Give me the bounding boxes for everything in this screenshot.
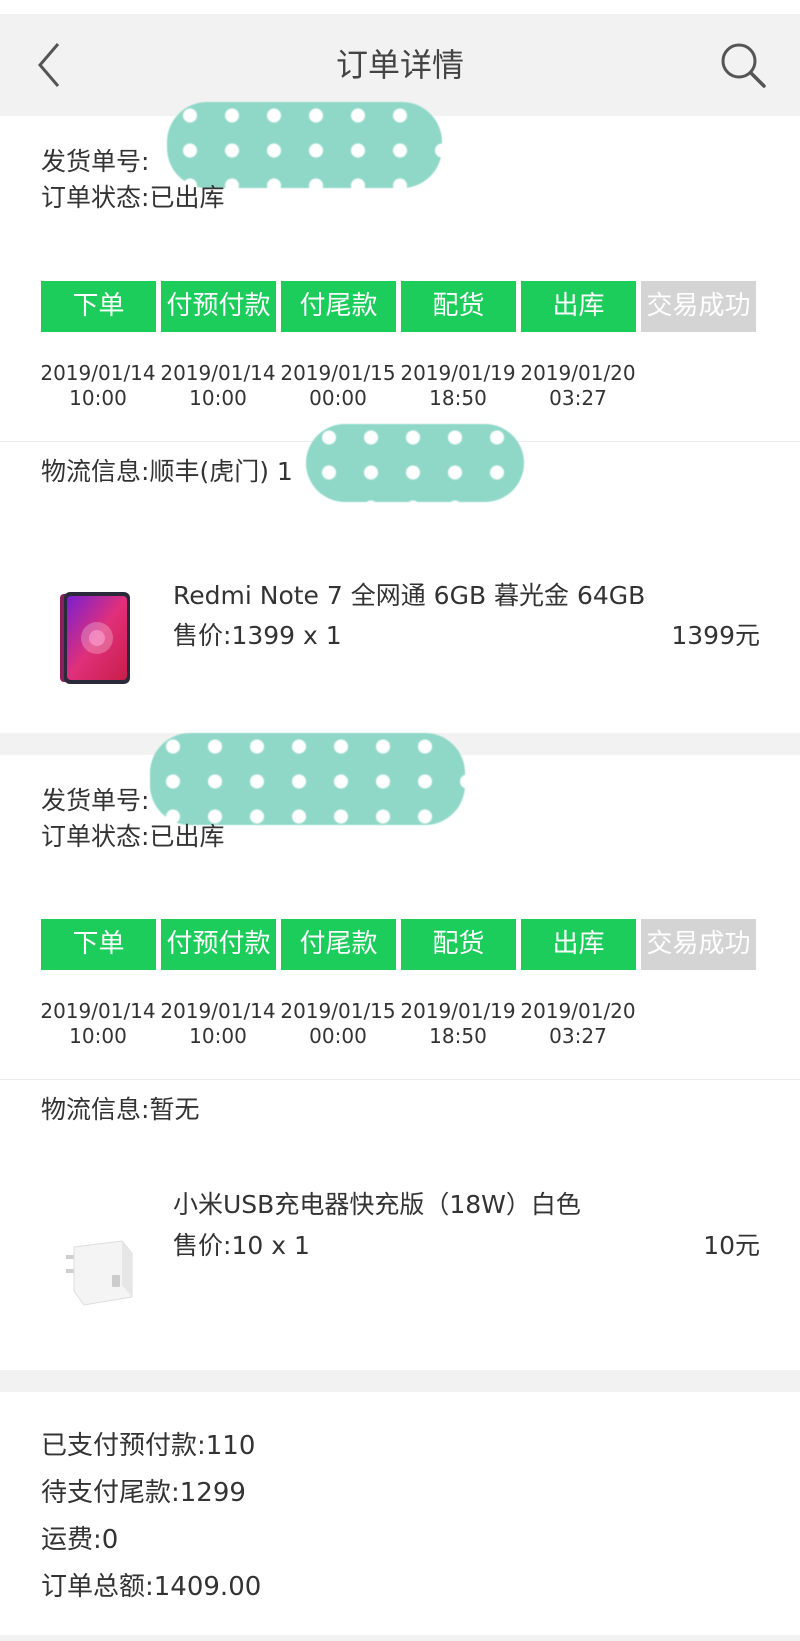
product-price: 售价:10 x 1 xyxy=(173,1231,310,1260)
navigation-bar: 订单详情 xyxy=(0,14,800,116)
order-status-value: 已出库 xyxy=(149,183,225,212)
step-completed: 交易成功 xyxy=(641,281,756,332)
order-status: 订单状态:已出库 xyxy=(41,178,224,214)
product-total: 10元 xyxy=(703,1231,760,1260)
logistics-label: 物流信息: xyxy=(41,1095,150,1124)
order-card: 发货单号: 订单状态:已出库 下单 付预付款 付尾款 配货 出库 交易成功 20… xyxy=(0,733,800,1370)
step-timestamp: 2019/01/14 10:00 xyxy=(160,999,276,1048)
logistics-value: 顺丰(虎门) 1 xyxy=(149,457,293,486)
step-timestamp: 2019/01/14 10:00 xyxy=(160,361,276,410)
step-place-order: 下单 xyxy=(41,281,156,332)
shipment-number-label: 发货单号: xyxy=(41,147,150,176)
step-shipped: 出库 xyxy=(521,919,636,970)
step-timestamp: 2019/01/20 03:27 xyxy=(520,361,636,410)
step-timestamps: 2019/01/14 10:00 2019/01/14 10:00 2019/01/… xyxy=(40,999,761,1055)
order-status-value: 已出库 xyxy=(149,822,225,851)
order-status-label: 订单状态: xyxy=(41,183,150,212)
order-card: 发货单号: 订单状态:已出库 下单 付预付款 付尾款 配货 出库 交易成功 20… xyxy=(0,102,800,733)
step-picking: 配货 xyxy=(401,281,516,332)
step-completed: 交易成功 xyxy=(641,919,756,970)
product-price: 售价:1399 x 1 xyxy=(173,621,342,650)
step-pay-balance: 付尾款 xyxy=(281,919,396,970)
step-timestamp: 2019/01/19 18:50 xyxy=(400,361,516,410)
step-timestamp: 2019/01/14 10:00 xyxy=(40,361,156,410)
step-timestamp: 2019/01/15 00:00 xyxy=(280,361,396,410)
section-gap xyxy=(0,1635,800,1641)
step-timestamps: 2019/01/14 10:00 2019/01/14 10:00 2019/01/… xyxy=(40,361,761,417)
balance-due: 待支付尾款:1299 xyxy=(41,1478,246,1508)
shipment-number-label: 发货单号: xyxy=(41,786,150,815)
logistics-info[interactable]: 物流信息:暂无 xyxy=(41,1090,199,1126)
status-strip xyxy=(0,0,800,14)
order-status: 订单状态:已出库 xyxy=(41,817,224,853)
prepaid-amount: 已支付预付款:110 xyxy=(41,1431,256,1461)
product-name[interactable]: Redmi Note 7 全网通 6GB 暮光金 64GB xyxy=(173,576,645,612)
step-shipped: 出库 xyxy=(521,281,636,332)
step-picking: 配货 xyxy=(401,919,516,970)
order-total: 订单总额:1409.00 xyxy=(41,1572,262,1602)
step-pay-balance: 付尾款 xyxy=(281,281,396,332)
logistics-info[interactable]: 物流信息:顺丰(虎门) 1 xyxy=(41,452,293,488)
step-timestamp: 2019/01/19 18:50 xyxy=(400,999,516,1048)
step-timestamp: 2019/01/20 03:27 xyxy=(520,999,636,1048)
payment-summary: 已支付预付款:110 待支付尾款:1299 运费:0 订单总额:1409.00 xyxy=(0,1392,800,1641)
phone-image[interactable] xyxy=(50,588,140,688)
product-name[interactable]: 小米USB充电器快充版（18W）白色 xyxy=(173,1185,581,1221)
product-total: 1399元 xyxy=(671,621,760,650)
redaction-mask xyxy=(306,424,524,502)
order-status-label: 订单状态: xyxy=(41,822,150,851)
logistics-value: 暂无 xyxy=(149,1095,200,1124)
progress-steps: 下单 付预付款 付尾款 配货 出库 交易成功 xyxy=(41,281,757,332)
logistics-label: 物流信息: xyxy=(41,457,150,486)
redaction-mask xyxy=(167,102,442,188)
search-icon[interactable] xyxy=(718,40,770,92)
step-place-order: 下单 xyxy=(41,919,156,970)
redaction-mask xyxy=(150,733,465,825)
step-pay-deposit: 付预付款 xyxy=(161,919,276,970)
step-timestamp: 2019/01/14 10:00 xyxy=(40,999,156,1048)
section-gap xyxy=(0,1370,800,1392)
page-title: 订单详情 xyxy=(335,46,464,84)
shipping-fee: 运费:0 xyxy=(41,1525,119,1555)
divider xyxy=(0,1079,800,1080)
step-pay-deposit: 付预付款 xyxy=(161,281,276,332)
charger-image[interactable] xyxy=(50,1225,140,1325)
step-timestamp: 2019/01/15 00:00 xyxy=(280,999,396,1048)
progress-steps: 下单 付预付款 付尾款 配货 出库 交易成功 xyxy=(41,919,757,970)
